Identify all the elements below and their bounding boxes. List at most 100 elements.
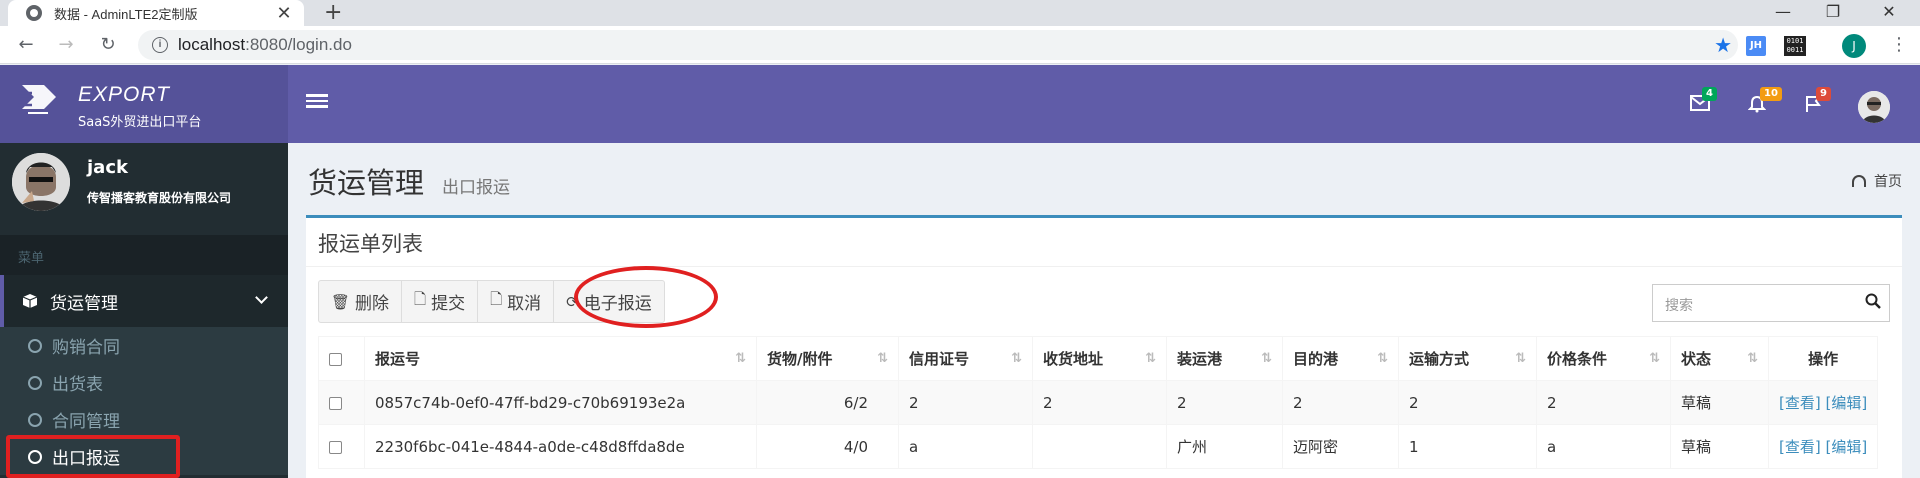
top-navbar: 4 10 9 xyxy=(288,65,1920,143)
sort-icon[interactable]: ⇅ xyxy=(1747,351,1758,366)
browser-toolbar: ← → ↻ i localhost:8080/login.do ★ JH 010… xyxy=(0,26,1920,64)
sort-icon[interactable]: ⇅ xyxy=(1649,351,1660,366)
column-header[interactable]: 收货地址 ⇅ xyxy=(1032,336,1167,381)
back-icon[interactable]: ← xyxy=(14,34,38,56)
browser-tab[interactable]: 数据 - AdminLTE2定制版 ✕ xyxy=(8,0,304,26)
sort-icon[interactable]: ⇅ xyxy=(877,351,888,366)
column-header[interactable]: 价格条件 ⇅ xyxy=(1536,336,1671,381)
edit-link[interactable]: [编辑] xyxy=(1826,394,1868,412)
user-company: 传智播客教育股份有限公司 xyxy=(87,191,232,205)
delivery-address xyxy=(1032,424,1167,469)
flag-icon[interactable]: 9 xyxy=(1804,87,1831,115)
edit-link[interactable]: [编辑] xyxy=(1826,438,1868,456)
view-link[interactable]: [查看] xyxy=(1779,394,1821,412)
sort-icon[interactable]: ⇅ xyxy=(1145,351,1156,366)
sidebar-item-shipment[interactable]: 出货表 xyxy=(0,364,288,401)
lc-number: 2 xyxy=(898,380,1033,425)
user-avatar[interactable] xyxy=(1858,91,1890,123)
sidebar-item-label: 货运管理 xyxy=(50,293,118,314)
price-terms: a xyxy=(1536,424,1671,469)
search-input[interactable]: 搜索 xyxy=(1652,284,1890,322)
column-header[interactable]: 信用证号 ⇅ xyxy=(898,336,1033,381)
notification-count-badge: 10 xyxy=(1760,87,1782,101)
sort-icon[interactable]: ⇅ xyxy=(735,351,746,366)
reload-icon[interactable]: ↻ xyxy=(96,34,120,56)
page-subtitle: 出口报运 xyxy=(442,178,510,198)
new-tab-icon[interactable]: + xyxy=(324,0,342,26)
forward-icon[interactable]: → xyxy=(54,34,78,56)
column-header[interactable]: 状态 ⇅ xyxy=(1670,336,1769,381)
select-all-checkbox[interactable] xyxy=(329,352,342,366)
sidebar-item-purchase-contract[interactable]: 购销合同 xyxy=(0,327,288,364)
tab-title: 数据 - AdminLTE2定制版 xyxy=(54,6,198,22)
actions-cell: [查看] [编辑] xyxy=(1767,380,1879,425)
loading-port: 2 xyxy=(1166,380,1283,425)
sidebar-item-label: 出货表 xyxy=(52,375,103,395)
destination-port: 迈阿密 xyxy=(1282,424,1399,469)
sort-icon[interactable]: ⇅ xyxy=(1261,351,1272,366)
bookmark-star-icon[interactable]: ★ xyxy=(1714,33,1732,57)
lc-number: a xyxy=(898,424,1033,469)
sidebar-item-contract-management[interactable]: 合同管理 xyxy=(0,401,288,438)
globe-icon xyxy=(26,5,42,21)
cancel-button[interactable]: 🗋 取消 xyxy=(477,280,555,323)
brand-name: EXPORT xyxy=(78,83,170,106)
destination-port: 2 xyxy=(1282,380,1399,425)
row-checkbox[interactable] xyxy=(329,440,342,454)
breadcrumb-home[interactable]: 首页 xyxy=(1874,171,1902,191)
submit-button[interactable]: 🗋 提交 xyxy=(401,280,479,323)
submit-label: 提交 xyxy=(431,294,466,314)
column-header[interactable]: 目的港 ⇅ xyxy=(1282,336,1399,381)
transport-mode: 1 xyxy=(1398,424,1537,469)
highlight-box xyxy=(6,435,180,478)
column-header[interactable]: 货物/附件 ⇅ xyxy=(756,336,899,381)
table-row: 2230f6bc-041e-4844-a0de-c48d8ffda8de 4/0… xyxy=(318,424,1879,469)
column-header: 操作 xyxy=(1767,336,1879,381)
sidebar-toggle-icon[interactable] xyxy=(306,91,328,115)
tab-close-icon[interactable]: ✕ xyxy=(276,3,292,24)
row-select-cell[interactable] xyxy=(318,380,365,425)
select-all-cell[interactable] xyxy=(318,336,365,381)
mail-icon[interactable]: 4 xyxy=(1690,87,1717,115)
circle-icon xyxy=(28,375,42,390)
search-icon[interactable] xyxy=(1865,293,1881,309)
file-icon: 🗋 xyxy=(490,290,503,308)
table-header-row: 报运号 ⇅ 货物/附件 ⇅ 信用证号 ⇅ 收货地址 ⇅ 装运港 ⇅ 目的港 ⇅ 运输方式 ⇅ … xyxy=(318,336,1879,381)
column-header[interactable]: 运输方式 ⇅ xyxy=(1398,336,1537,381)
sidebar: jack 传智播客教育股份有限公司 菜单 货运管理 购销合同 出货表 合同管理 … xyxy=(0,143,288,478)
dashboard-icon xyxy=(1852,175,1866,187)
info-icon[interactable]: i xyxy=(152,37,168,53)
sort-icon[interactable]: ⇅ xyxy=(1515,351,1526,366)
goods-count: 6/2 xyxy=(756,380,899,425)
bell-icon[interactable]: 10 xyxy=(1747,87,1782,115)
browser-menu-icon[interactable]: ⋮ xyxy=(1890,34,1908,55)
goods-count: 4/0 xyxy=(756,424,899,469)
delete-button[interactable]: 🗑 删除 xyxy=(318,280,403,323)
sidebar-item-shipping[interactable]: 货运管理 xyxy=(0,275,288,327)
breadcrumb[interactable]: 首页 xyxy=(1852,171,1902,191)
minimize-icon[interactable]: — xyxy=(1760,0,1806,26)
app-logo[interactable]: EXPORT SaaS外贸进出口平台 xyxy=(0,65,288,143)
row-checkbox[interactable] xyxy=(329,396,342,410)
status: 草稿 xyxy=(1670,424,1769,469)
restore-icon[interactable]: ❐ xyxy=(1810,0,1856,26)
sort-icon[interactable]: ⇅ xyxy=(1011,351,1022,366)
column-header[interactable]: 装运港 ⇅ xyxy=(1166,336,1283,381)
divider xyxy=(306,266,1902,267)
shipping-table: 报运号 ⇅ 货物/附件 ⇅ 信用证号 ⇅ 收货地址 ⇅ 装运港 ⇅ 目的港 ⇅ 运输方式 ⇅ … xyxy=(318,336,1879,469)
shipping-id: 2230f6bc-041e-4844-a0de-c48d8ffda8de xyxy=(364,424,757,469)
url-text: localhost:8080/login.do xyxy=(178,35,352,54)
sort-icon[interactable]: ⇅ xyxy=(1377,351,1388,366)
binary-extension-icon[interactable]: 0101 0011 xyxy=(1784,36,1806,56)
shipping-id: 0857c74b-0ef0-47ff-bd29-c70b69193e2a xyxy=(364,380,757,425)
window-close-icon[interactable]: ✕ xyxy=(1866,0,1912,26)
user-avatar-large xyxy=(12,153,70,211)
jh-extension-icon[interactable]: JH xyxy=(1746,36,1766,56)
address-bar[interactable]: i localhost:8080/login.do ★ xyxy=(138,30,1738,60)
loading-port: 广州 xyxy=(1166,424,1283,469)
column-header[interactable]: 报运号 ⇅ xyxy=(364,336,757,381)
delivery-address: 2 xyxy=(1032,380,1167,425)
row-select-cell[interactable] xyxy=(318,424,365,469)
profile-avatar[interactable]: J xyxy=(1842,34,1866,58)
view-link[interactable]: [查看] xyxy=(1779,438,1821,456)
